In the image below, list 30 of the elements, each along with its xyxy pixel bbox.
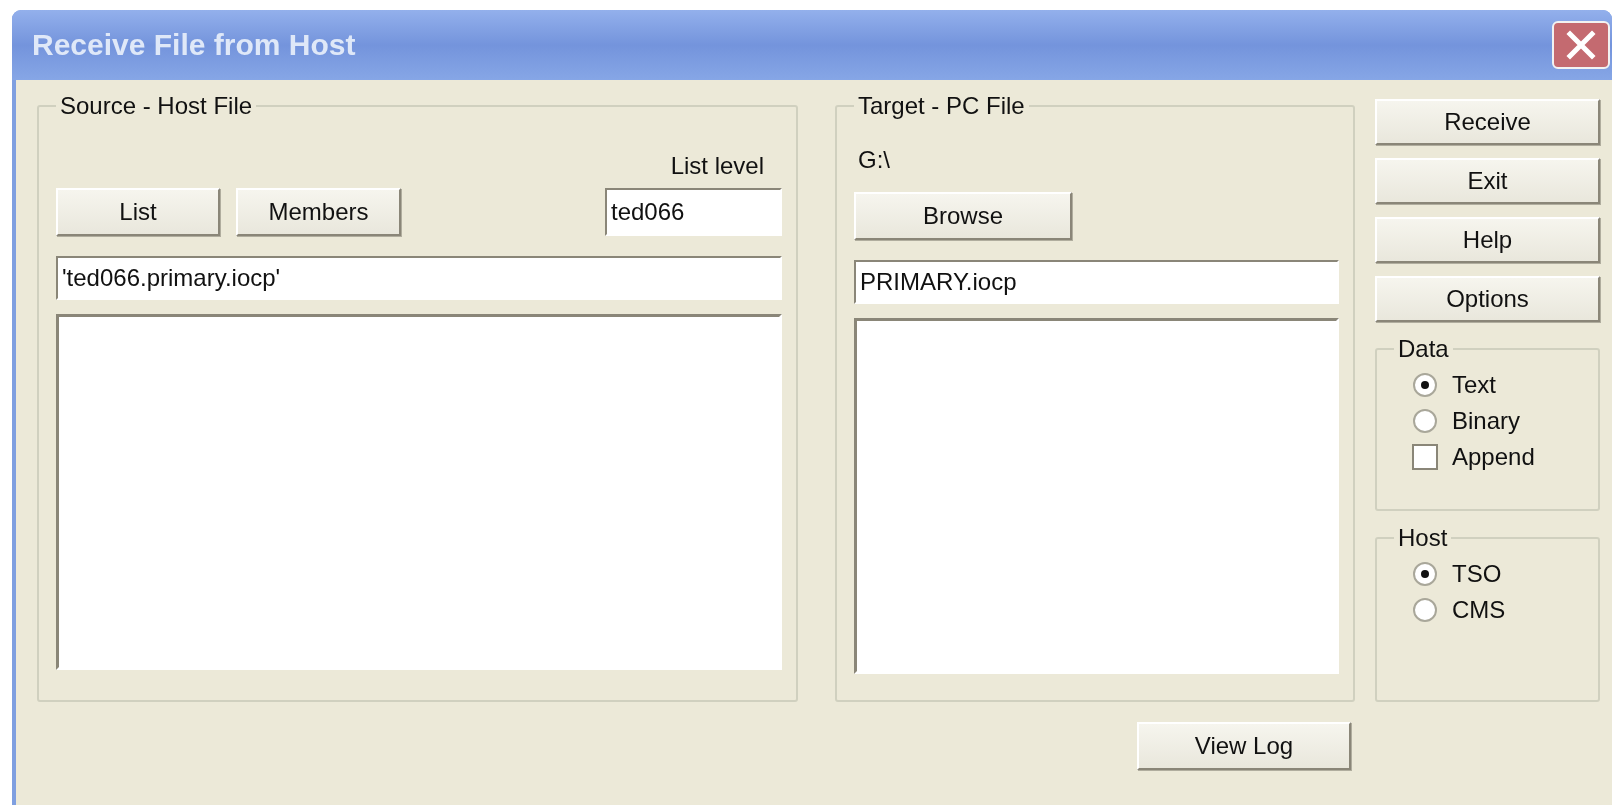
close-button[interactable] [1552,21,1610,69]
pc-file-field[interactable]: PRIMARY.iocp [854,260,1339,304]
members-button[interactable]: Members [236,188,401,236]
radio-button[interactable] [1412,408,1438,434]
option-label[interactable]: Binary [1452,407,1521,435]
group-label: Target - PC File [857,92,1026,120]
group-label: Host [1397,524,1449,552]
field-label: List level [670,152,764,180]
list-level-field[interactable]: ted066 [605,188,782,236]
window-title: Receive File from Host [32,28,356,62]
radio-button[interactable] [1412,597,1438,623]
option-label[interactable]: Text [1452,371,1496,399]
action-button[interactable]: Options [1375,276,1600,322]
radio-button[interactable] [1412,372,1438,398]
option-label[interactable]: Append [1452,443,1535,471]
option-label[interactable]: TSO [1452,560,1502,588]
path-label: G:\ [858,146,891,174]
view-log-button[interactable]: View Log [1137,722,1351,770]
option-label[interactable]: CMS [1452,596,1506,624]
host-file-field[interactable]: 'ted066.primary.iocp' [56,256,782,300]
action-button[interactable]: Receive [1375,99,1600,145]
list-button[interactable]: List [56,188,220,236]
browse-button[interactable]: Browse [854,192,1072,240]
close-icon [1566,30,1596,60]
checkbox[interactable] [1412,444,1438,470]
action-button[interactable]: Help [1375,217,1600,263]
radio-button[interactable] [1412,561,1438,587]
group-label: Data [1397,335,1450,363]
group-label: Source - Host File [59,92,254,120]
action-button[interactable]: Exit [1375,158,1600,204]
